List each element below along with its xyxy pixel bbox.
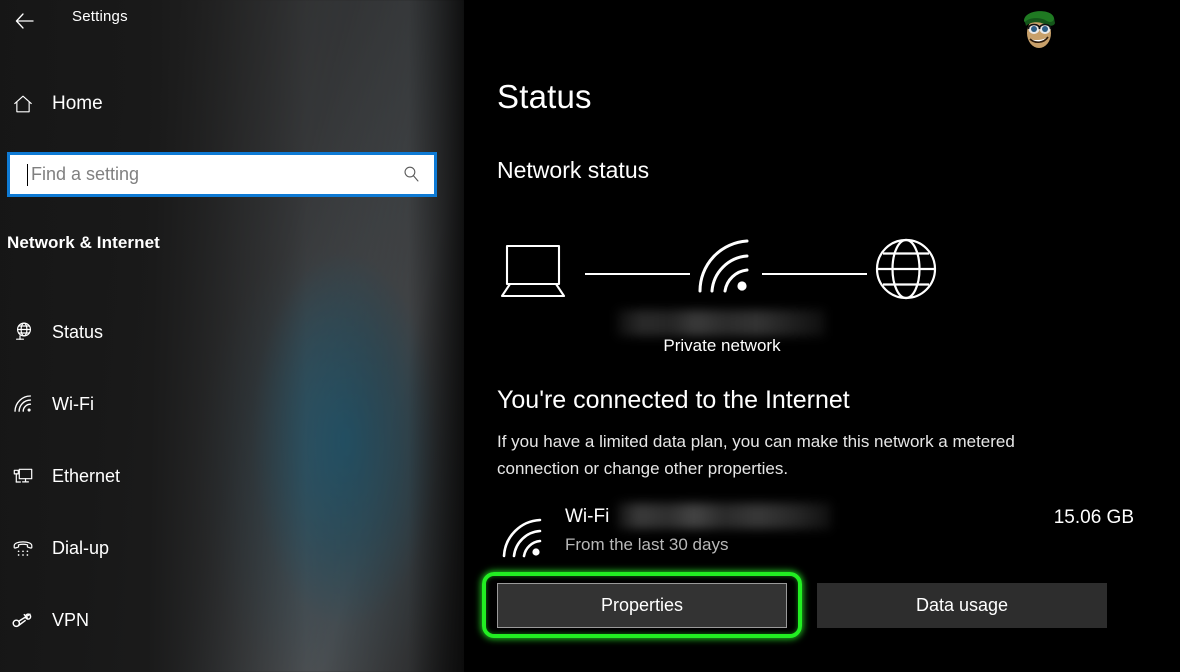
wifi-signal-icon bbox=[695, 236, 753, 303]
ethernet-icon bbox=[0, 464, 46, 488]
connection-type-label: Wi-Fi bbox=[565, 506, 610, 527]
back-arrow-icon[interactable] bbox=[6, 3, 44, 39]
search-icon[interactable] bbox=[388, 164, 434, 185]
connection-description: If you have a limited data plan, you can… bbox=[497, 432, 1015, 478]
connection-line-right bbox=[762, 273, 867, 275]
home-icon bbox=[0, 93, 46, 115]
properties-button[interactable]: Properties bbox=[497, 583, 787, 628]
app-title: Settings bbox=[72, 8, 128, 25]
sidebar-item-wifi-label: Wi-Fi bbox=[52, 393, 94, 414]
usage-period-label: From the last 30 days bbox=[565, 535, 729, 554]
data-usage-row: Wi-Fi From the last 30 days 15.06 GB bbox=[497, 500, 1147, 560]
sidebar: Settings Home Find a setting Network & I… bbox=[0, 0, 464, 672]
wifi-icon bbox=[500, 515, 550, 566]
globe-icon bbox=[872, 235, 940, 308]
sidebar-item-dialup[interactable]: Dial-up bbox=[0, 526, 330, 570]
sidebar-item-vpn[interactable]: VPN bbox=[0, 598, 330, 642]
dialup-phone-icon bbox=[0, 536, 46, 560]
settings-window: Settings Home Find a setting Network & I… bbox=[0, 0, 1180, 672]
appuals-mascot-logo bbox=[1010, 2, 1066, 54]
network-type-label: Private network bbox=[663, 336, 781, 355]
wifi-icon bbox=[0, 392, 46, 416]
sidebar-item-dialup-label: Dial-up bbox=[52, 537, 110, 558]
connection-headline: You're connected to the Internet bbox=[497, 386, 850, 414]
sidebar-item-vpn-label: VPN bbox=[52, 609, 90, 630]
network-name-redacted bbox=[617, 310, 825, 336]
laptop-icon bbox=[497, 242, 569, 309]
sidebar-item-ethernet[interactable]: Ethernet bbox=[0, 454, 330, 498]
sidebar-category-title: Network & Internet bbox=[7, 233, 160, 252]
main-content: Status Network status Private network Yo… bbox=[464, 0, 1180, 672]
sidebar-item-home-label: Home bbox=[52, 93, 103, 114]
sidebar-item-home[interactable]: Home bbox=[0, 85, 330, 123]
network-status-icon bbox=[0, 320, 46, 344]
sidebar-nav-list: Status Wi-Fi Ethernet Dial-up VPN bbox=[0, 310, 330, 670]
data-usage-button[interactable]: Data usage bbox=[817, 583, 1107, 628]
connection-line-left bbox=[585, 273, 690, 275]
section-title: Network status bbox=[497, 157, 650, 183]
sidebar-item-status-label: Status bbox=[52, 321, 104, 342]
page-title: Status bbox=[497, 78, 592, 115]
sidebar-item-wifi[interactable]: Wi-Fi bbox=[0, 382, 330, 426]
sidebar-item-status[interactable]: Status bbox=[0, 310, 330, 354]
usage-amount: 15.06 GB bbox=[1053, 507, 1134, 528]
vpn-key-icon bbox=[0, 608, 46, 632]
action-buttons: Properties Data usage bbox=[482, 572, 1157, 638]
search-box[interactable] bbox=[7, 152, 437, 197]
network-diagram: Private network bbox=[497, 232, 947, 362]
ssid-redacted bbox=[617, 503, 831, 529]
title-bar: Settings bbox=[0, 0, 464, 42]
search-input[interactable] bbox=[28, 156, 388, 193]
sidebar-item-ethernet-label: Ethernet bbox=[52, 465, 121, 486]
